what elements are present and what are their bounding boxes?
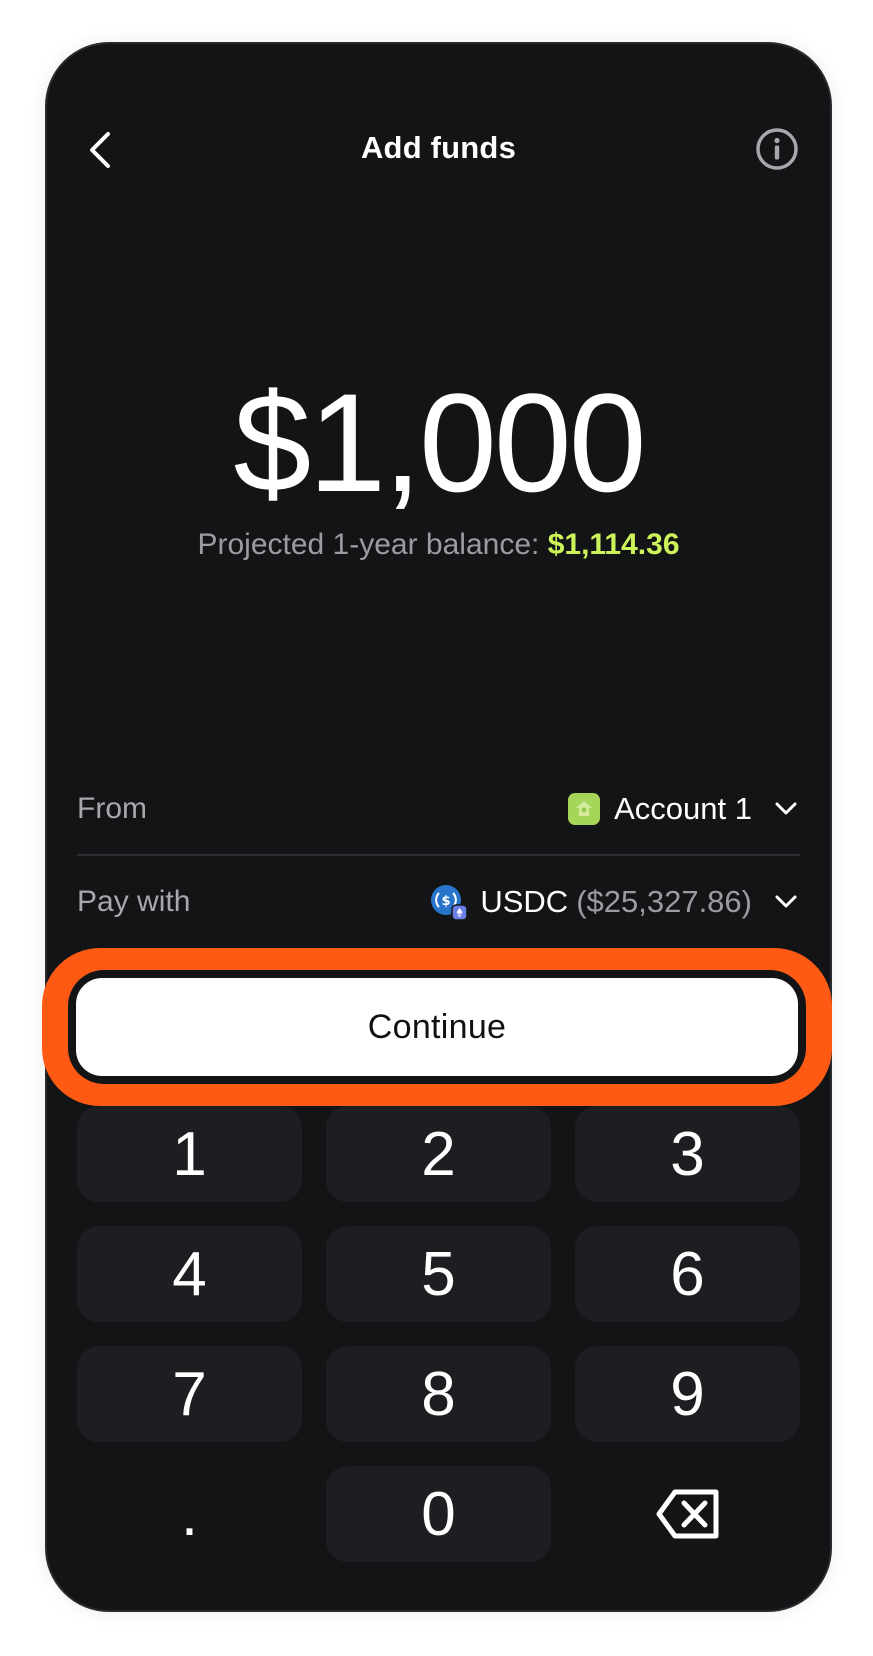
key-6[interactable]: 6 (575, 1226, 800, 1322)
from-row: From Account 1 (77, 764, 800, 856)
token-selector[interactable]: $ USDC ($25,327.86) (430, 884, 800, 921)
key-0[interactable]: 0 (326, 1466, 551, 1562)
chevron-down-icon (775, 802, 797, 815)
svg-text:$: $ (442, 894, 451, 909)
projected-balance: Projected 1-year balance: $1,114.36 (47, 528, 830, 562)
account-icon (568, 793, 601, 825)
key-4[interactable]: 4 (77, 1226, 302, 1322)
usdc-icon: $ (430, 884, 469, 921)
continue-button[interactable]: Continue (76, 978, 798, 1076)
pay-with-label: Pay with (77, 885, 191, 918)
token-name: USDC (480, 884, 569, 919)
key-7[interactable]: 7 (77, 1346, 302, 1442)
backspace-icon (656, 1489, 718, 1539)
key-1[interactable]: 1 (77, 1106, 302, 1202)
from-label: From (77, 792, 147, 825)
page-title: Add funds (360, 130, 517, 165)
key-9[interactable]: 9 (575, 1346, 800, 1442)
info-button[interactable] (754, 126, 800, 172)
key-8[interactable]: 8 (326, 1346, 551, 1442)
continue-highlight: Continue (42, 948, 832, 1106)
continue-frame: Continue (68, 970, 806, 1084)
phone-screen: Add funds $1,000 Projected 1-year balanc… (45, 42, 832, 1612)
key-3[interactable]: 3 (575, 1106, 800, 1202)
header: Add funds (47, 98, 830, 198)
pay-with-row: Pay with $ USDC ($25,327.86) (77, 856, 800, 948)
key-2[interactable]: 2 (326, 1106, 551, 1202)
projected-balance-value: $1,114.36 (547, 528, 680, 561)
account-name: Account 1 (614, 791, 752, 826)
backspace-key[interactable] (575, 1466, 800, 1562)
key-decimal[interactable]: . (77, 1466, 302, 1562)
account-selector[interactable]: Account 1 (568, 791, 800, 827)
token-balance: ($25,327.86) (576, 884, 752, 919)
numeric-keypad: 1 2 3 4 5 6 7 8 9 . 0 (77, 1106, 800, 1562)
chevron-down-icon (775, 895, 797, 908)
key-5[interactable]: 5 (326, 1226, 551, 1322)
info-icon (756, 128, 798, 170)
amount-display: $1,000 (233, 364, 646, 521)
projected-balance-label: Projected 1-year balance: (197, 528, 540, 561)
